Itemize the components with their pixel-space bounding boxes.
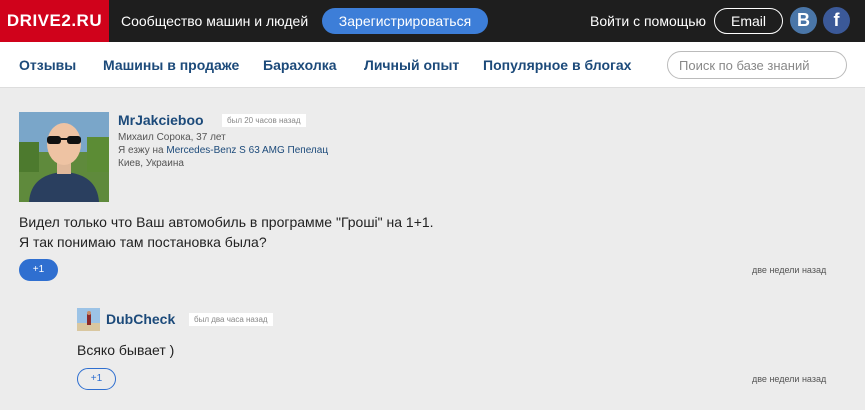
- nav-item-cars-for-sale[interactable]: Машины в продаже: [103, 42, 239, 88]
- avatar[interactable]: [19, 112, 109, 202]
- comment-text-line-2: Я так понимаю там постановка была?: [19, 234, 267, 250]
- plus-one-button[interactable]: +1: [19, 259, 58, 281]
- comment-text-line-1: Видел только что Ваш автомобиль в програ…: [19, 214, 434, 230]
- register-button[interactable]: Зарегистрироваться: [322, 8, 488, 34]
- reply-avatar[interactable]: [77, 308, 100, 331]
- top-bar: DRIVE2.RU Сообщество машин и людей Зарег…: [0, 0, 865, 42]
- reply-text: Всяко бывает ): [77, 342, 175, 358]
- tagline: Сообщество машин и людей: [121, 13, 309, 29]
- comment-timestamp[interactable]: две недели назад: [752, 265, 826, 275]
- search-input[interactable]: [667, 51, 847, 79]
- email-login-button[interactable]: Email: [714, 8, 783, 34]
- facebook-login-icon[interactable]: f: [823, 7, 850, 34]
- author-location: Киев, Украина: [118, 158, 184, 169]
- author-car-line: Я езжу на Mercedes-Benz S 63 AMG Пепелац: [118, 145, 328, 156]
- reply-timestamp[interactable]: две недели назад: [752, 374, 826, 384]
- author-real-name: Михаил Сорока, 37 лет: [118, 132, 226, 143]
- reply-last-seen-badge: был два часа назад: [189, 313, 273, 326]
- nav-item-experience[interactable]: Личный опыт: [364, 42, 459, 88]
- login-with-label: Войти с помощью: [590, 13, 707, 29]
- nav-item-flea-market[interactable]: Барахолка: [263, 42, 337, 88]
- car-link[interactable]: Mercedes-Benz S 63 AMG Пепелац: [166, 145, 328, 156]
- reply-author-name[interactable]: DubCheck: [106, 311, 175, 327]
- drives-prefix: Я езжу на: [118, 145, 167, 156]
- comment-author-name[interactable]: MrJakcieboo: [118, 112, 204, 128]
- vk-login-icon[interactable]: B: [790, 7, 817, 34]
- nav-item-popular-blogs[interactable]: Популярное в блогах: [483, 42, 631, 88]
- site-logo[interactable]: DRIVE2.RU: [0, 0, 109, 42]
- nav-item-reviews[interactable]: Отзывы: [19, 42, 76, 88]
- reply-plus-one-button[interactable]: +1: [77, 368, 116, 390]
- main-nav: Отзывы Машины в продаже Барахолка Личный…: [0, 42, 865, 88]
- last-seen-badge: был 20 часов назад: [222, 114, 306, 127]
